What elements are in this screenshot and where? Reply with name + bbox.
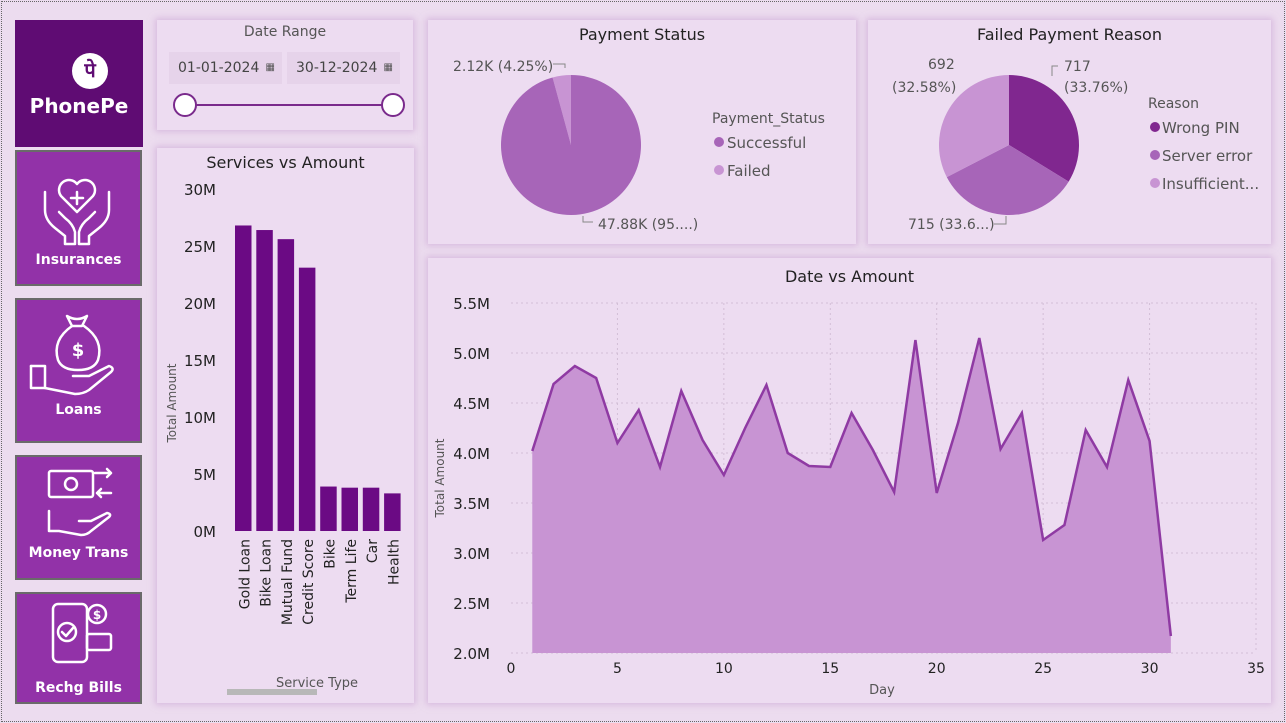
- phonepe-logo-icon: पे: [72, 53, 108, 89]
- failed-reason-card: Failed Payment Reason 717 (33.76%) 692 (…: [868, 20, 1271, 244]
- brand-tile[interactable]: पे PhonePe: [15, 20, 143, 147]
- mobile-bill-icon: $: [51, 602, 113, 664]
- date-slider-track[interactable]: [185, 104, 391, 106]
- x-tick-label: 5: [613, 661, 622, 677]
- x-tick-label: Mutual Fund: [280, 539, 296, 625]
- x-tick-label: Gold Loan: [237, 539, 253, 609]
- x-tick-label: 0: [507, 661, 516, 677]
- bar[interactable]: [362, 487, 380, 531]
- legend-marker-wrong-pin: [1150, 122, 1160, 132]
- services-chart-card: Services vs Amount 30M 25M 20M 15M 10M 5M 0M Go…: [157, 148, 414, 703]
- server-error-data-label: 715 (33.6...): [908, 217, 995, 233]
- payment-status-card: Payment Status 2.12K (4.25%) 47.88K (95.…: [428, 20, 856, 244]
- start-date-value: 01-01-2024: [178, 60, 260, 76]
- date-range-title: Date Range: [243, 24, 327, 40]
- failed-data-label: 2.12K (4.25%): [453, 59, 553, 75]
- heart-hands-icon: [43, 178, 111, 246]
- date-chart-card: Date vs Amount 5.5M 5.0M 4.5M 4.0M 3.5M 3.0M 2…: [428, 258, 1271, 703]
- y-tick-label: 25M: [184, 238, 216, 256]
- x-tick-label: Bike Loan: [259, 539, 275, 607]
- money-bag-hand-icon: $: [29, 314, 114, 396]
- x-tick-label: 20: [928, 661, 946, 677]
- legend-item-wrong-pin[interactable]: Wrong PIN: [1162, 119, 1240, 137]
- x-tick-label: 30: [1141, 661, 1159, 677]
- date-x-axis-title: Day: [869, 683, 895, 698]
- bar[interactable]: [235, 225, 252, 531]
- services-y-axis-title: Total Amount: [165, 363, 179, 443]
- nav-label-recharge-bills: Rechg Bills: [35, 680, 122, 696]
- calendar-icon[interactable]: ▦: [266, 52, 275, 84]
- legend-item-insufficient[interactable]: Insufficient...: [1162, 175, 1259, 193]
- y-tick-label: 2.0M: [453, 645, 490, 663]
- reason-legend-title: Reason: [1148, 96, 1199, 112]
- area-fill: [532, 338, 1171, 653]
- legend-item-successful[interactable]: Successful: [727, 134, 806, 152]
- horizontal-scrollbar[interactable]: [227, 689, 317, 695]
- x-tick-label: 35: [1247, 661, 1265, 677]
- nav-loans[interactable]: $ Loans: [15, 298, 142, 443]
- x-tick-label: 15: [821, 661, 839, 677]
- x-tick-label: Term Life: [344, 539, 360, 604]
- calendar-icon[interactable]: ▦: [384, 52, 393, 84]
- bar[interactable]: [320, 486, 337, 531]
- y-tick-label: 3.0M: [453, 545, 490, 563]
- wrong-pin-pct-label: (33.76%): [1064, 80, 1128, 96]
- end-date-input[interactable]: 30-12-2024 ▦: [287, 52, 400, 84]
- legend-marker-server-error: [1150, 150, 1160, 160]
- x-tick-label: 25: [1034, 661, 1052, 677]
- y-tick-label: 5.5M: [453, 295, 490, 313]
- bar[interactable]: [341, 487, 359, 531]
- y-tick-label: 4.0M: [453, 445, 490, 463]
- y-tick-label: 0M: [194, 523, 217, 541]
- date-range-card: Date Range 01-01-2024 ▦ 30-12-2024 ▦: [157, 20, 413, 130]
- y-tick-label: 5M: [194, 466, 217, 484]
- successful-data-label: 47.88K (95....): [598, 217, 698, 233]
- x-tick-label: Bike: [322, 539, 338, 569]
- insufficient-pct-label: (32.58%): [892, 80, 956, 96]
- nav-label-loans: Loans: [55, 402, 102, 418]
- y-tick-label: 10M: [184, 409, 216, 427]
- legend-marker-successful: [714, 137, 724, 147]
- x-tick-label: Car: [365, 539, 381, 563]
- nav-label-insurances: Insurances: [35, 252, 122, 268]
- y-tick-label: 4.5M: [453, 395, 490, 413]
- nav-insurances[interactable]: Insurances: [15, 150, 142, 286]
- legend-marker-insufficient: [1150, 178, 1160, 188]
- bar[interactable]: [298, 267, 316, 531]
- nav-label-money-trans: Money Trans: [28, 545, 129, 561]
- y-tick-label: 30M: [184, 181, 216, 199]
- date-y-axis-title: Total Amount: [433, 438, 447, 518]
- nav-money-trans[interactable]: Money Trans: [15, 455, 142, 580]
- x-tick-label: 10: [715, 661, 733, 677]
- x-tick-label: Health: [386, 539, 402, 585]
- bar[interactable]: [384, 493, 401, 531]
- brand-name: PhonePe: [29, 94, 129, 118]
- y-tick-label: 20M: [184, 295, 216, 313]
- bar[interactable]: [277, 239, 295, 531]
- end-date-value: 30-12-2024: [296, 60, 378, 76]
- bar[interactable]: [256, 230, 273, 531]
- start-date-input[interactable]: 01-01-2024 ▦: [169, 52, 282, 84]
- date-slider-end-handle[interactable]: [381, 93, 405, 117]
- y-tick-label: 2.5M: [453, 595, 490, 613]
- wrong-pin-data-label: 717: [1064, 59, 1091, 75]
- pie-slice-successful[interactable]: [501, 75, 641, 215]
- svg-text:$: $: [93, 608, 101, 622]
- y-tick-label: 5.0M: [453, 345, 490, 363]
- legend-marker-failed: [714, 165, 724, 175]
- y-tick-label: 3.5M: [453, 495, 490, 513]
- legend-item-server-error[interactable]: Server error: [1162, 147, 1253, 165]
- x-tick-label: Credit Score: [301, 539, 317, 625]
- y-tick-label: 15M: [184, 352, 216, 370]
- insufficient-data-label: 692: [928, 57, 955, 73]
- payment-status-legend-title: Payment_Status: [712, 111, 825, 127]
- legend-item-failed[interactable]: Failed: [727, 162, 771, 180]
- money-transfer-icon: [47, 467, 113, 537]
- nav-recharge-bills[interactable]: $ Rechg Bills: [15, 592, 142, 704]
- date-slider-start-handle[interactable]: [173, 93, 197, 117]
- svg-text:$: $: [72, 340, 85, 361]
